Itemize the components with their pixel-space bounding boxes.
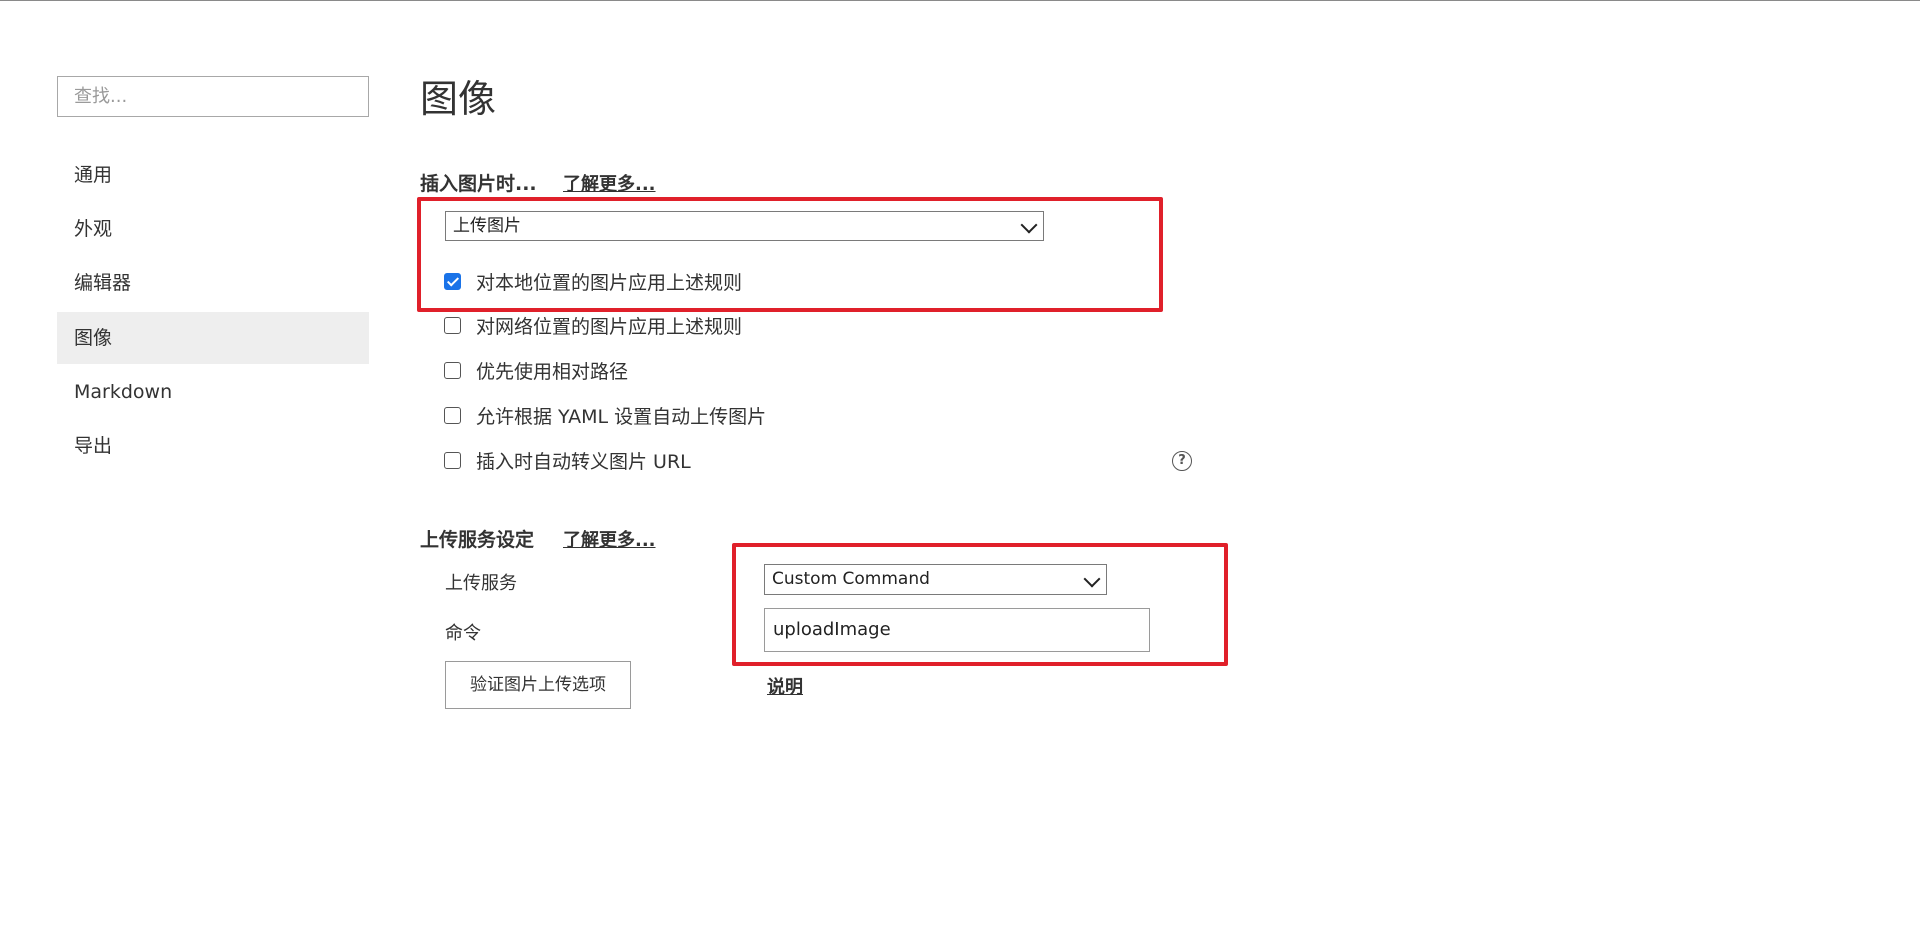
checkbox-network-images[interactable] [444,317,461,334]
page-title: 图像 [420,77,497,121]
top-border [0,0,1920,1]
option-network-images-label: 对网络位置的图片应用上述规则 [476,316,743,338]
upload-section-title: 上传服务设定 [420,529,535,551]
command-label: 命令 [445,623,481,644]
question-circle-icon[interactable]: ? [1172,451,1192,471]
option-escape-url-label: 插入时自动转义图片 URL [476,451,691,473]
highlight-box-insert-rules [417,197,1163,312]
insert-learn-more-link[interactable]: 了解更多... [563,170,656,196]
sidebar-item-markdown[interactable]: Markdown [57,366,369,418]
explain-link[interactable]: 说明 [767,673,803,699]
upload-service-label: 上传服务 [445,573,517,594]
checkbox-escape-url[interactable] [444,452,461,469]
checkbox-relative-path[interactable] [444,362,461,379]
checkbox-yaml-upload[interactable] [444,407,461,424]
sidebar-item-appearance[interactable]: 外观 [57,203,369,255]
verify-upload-button[interactable]: 验证图片上传选项 [445,661,631,709]
upload-learn-more-link[interactable]: 了解更多... [563,526,656,552]
search-input[interactable]: 查找... [57,76,369,117]
insert-section-title: 插入图片时... [420,173,537,195]
option-relative-path-label: 优先使用相对路径 [476,361,629,383]
sidebar-item-image[interactable]: 图像 [57,312,369,364]
highlight-box-upload-service [732,543,1228,666]
option-yaml-upload-label: 允许根据 YAML 设置自动上传图片 [476,406,767,428]
sidebar-item-general[interactable]: 通用 [57,149,369,201]
sidebar-item-editor[interactable]: 编辑器 [57,257,369,309]
sidebar-item-export[interactable]: 导出 [57,420,369,472]
